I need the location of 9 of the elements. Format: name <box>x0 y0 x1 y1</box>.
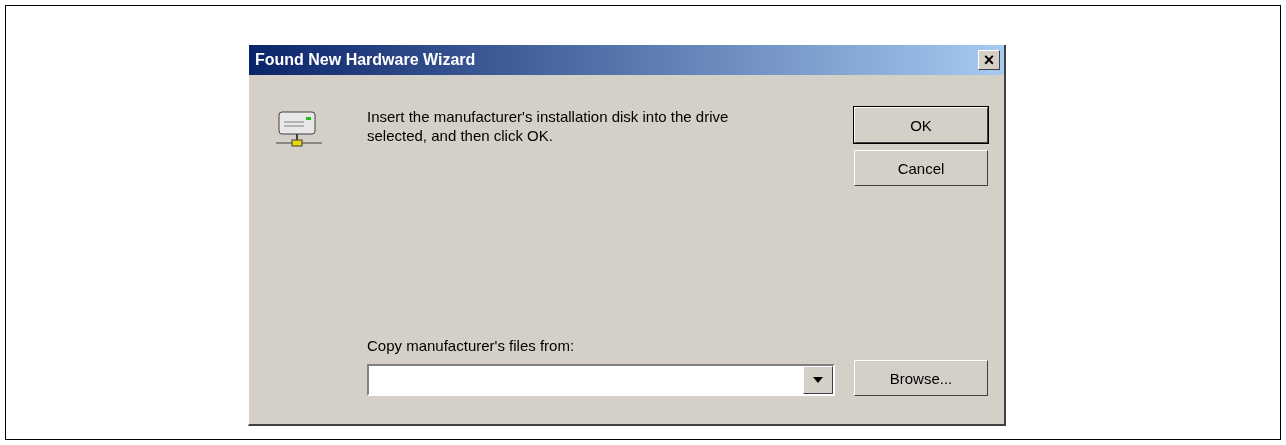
cancel-button[interactable]: Cancel <box>854 150 988 186</box>
browse-button[interactable]: Browse... <box>854 360 988 396</box>
instruction-text: Insert the manufacturer's installation disk into the drive selected, and then click OK. <box>367 107 730 146</box>
dropdown-arrow-icon[interactable] <box>813 377 823 383</box>
source-dropdown[interactable] <box>367 364 835 396</box>
close-button[interactable]: × <box>978 50 1000 70</box>
ok-button[interactable]: OK <box>854 107 988 143</box>
source-label: Copy manufacturer's files from: <box>367 337 576 354</box>
window-title: Found New Hardware Wizard <box>255 51 476 69</box>
